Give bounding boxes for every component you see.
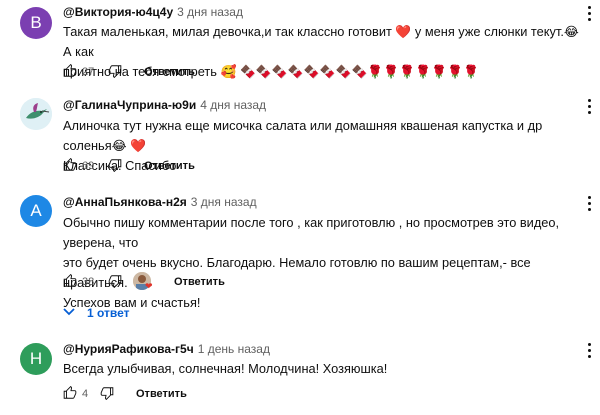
- comment-author[interactable]: @НурияРафикова-г5ч: [63, 342, 194, 356]
- comment-text-line: Классика. Спасибо: [63, 158, 177, 173]
- thumbs-up-icon[interactable]: [63, 386, 77, 400]
- more-vert-icon[interactable]: [586, 99, 592, 117]
- avatar-letter: В: [30, 13, 42, 32]
- avatar[interactable]: [20, 98, 52, 130]
- avatar-letter: Н: [29, 349, 43, 368]
- comment-text-line: Такая маленькая, милая девочка,и так кла…: [63, 24, 579, 59]
- like-count: 27: [82, 66, 95, 78]
- comment-text-line: Успехов вам и счастья!: [63, 295, 201, 310]
- avatar[interactable]: В: [20, 7, 52, 39]
- avatar[interactable]: Н: [20, 343, 52, 375]
- comment-author[interactable]: @ГалинаЧуприна-ю9и: [63, 98, 196, 112]
- comment-time[interactable]: 3 дня назад: [177, 5, 243, 19]
- thumbs-down-icon[interactable]: [100, 386, 114, 400]
- thumbs-down-icon[interactable]: [108, 158, 122, 172]
- creator-heart-icon: ❤: [145, 281, 153, 291]
- reply-button[interactable]: Ответить: [174, 276, 225, 288]
- comment-text-line: приятно на тебя смотреть 🥰 🍫🍫🍫🍫🍫🍫🍫🍫🌹🌹🌹🌹🌹…: [63, 64, 479, 79]
- avatar[interactable]: А: [20, 195, 52, 227]
- reply-button[interactable]: Ответить: [136, 388, 187, 400]
- hummingbird-avatar-image: [20, 98, 52, 130]
- comment-header: @АннаПьянкова-н2я 3 дня назад: [63, 195, 257, 209]
- comment-text: Обычно пишу комментарии после того , как…: [63, 213, 588, 313]
- comment-header: @НурияРафикова-г5ч 1 день назад: [63, 342, 270, 356]
- comment-header: @Виктория-ю4ц4у 3 дня назад: [63, 5, 243, 19]
- thumbs-down-icon[interactable]: [108, 64, 122, 78]
- comment-text: Всегда улыбчивая, солнечная! Молодчина! …: [63, 359, 588, 379]
- thumbs-up-icon[interactable]: [63, 64, 77, 78]
- like-count: 69: [82, 160, 95, 172]
- like-count: 38: [82, 276, 95, 288]
- reply-button[interactable]: Ответить: [144, 160, 195, 172]
- comment-text-line: Всегда улыбчивая, солнечная! Молодчина! …: [63, 361, 388, 376]
- thumbs-up-icon[interactable]: [63, 158, 77, 172]
- comment-author[interactable]: @АннаПьянкова-н2я: [63, 195, 187, 209]
- thumbs-down-icon[interactable]: [108, 274, 122, 288]
- comment-text: Такая маленькая, милая девочка,и так кла…: [63, 22, 588, 82]
- reply-button[interactable]: Ответить: [144, 66, 195, 78]
- replies-label: 1 ответ: [87, 306, 130, 320]
- avatar-letter: А: [30, 201, 42, 220]
- comment-header: @ГалинаЧуприна-ю9и 4 дня назад: [63, 98, 266, 112]
- chevron-down-icon: [63, 308, 75, 316]
- comment-time[interactable]: 4 дня назад: [200, 98, 266, 112]
- comment-time[interactable]: 1 день назад: [198, 342, 270, 356]
- comment-text-line: Обычно пишу комментарии после того , как…: [63, 215, 560, 250]
- comment-text-line: Алиночка тут нужна еще мисочка салата ил…: [63, 118, 543, 153]
- comment-text: Алиночка тут нужна еще мисочка салата ил…: [63, 116, 588, 176]
- like-count: 4: [82, 388, 89, 400]
- comment-author[interactable]: @Виктория-ю4ц4у: [63, 5, 173, 19]
- comment-time[interactable]: 3 дня назад: [191, 195, 257, 209]
- thumbs-up-icon[interactable]: [63, 274, 77, 288]
- more-vert-icon[interactable]: [586, 196, 592, 214]
